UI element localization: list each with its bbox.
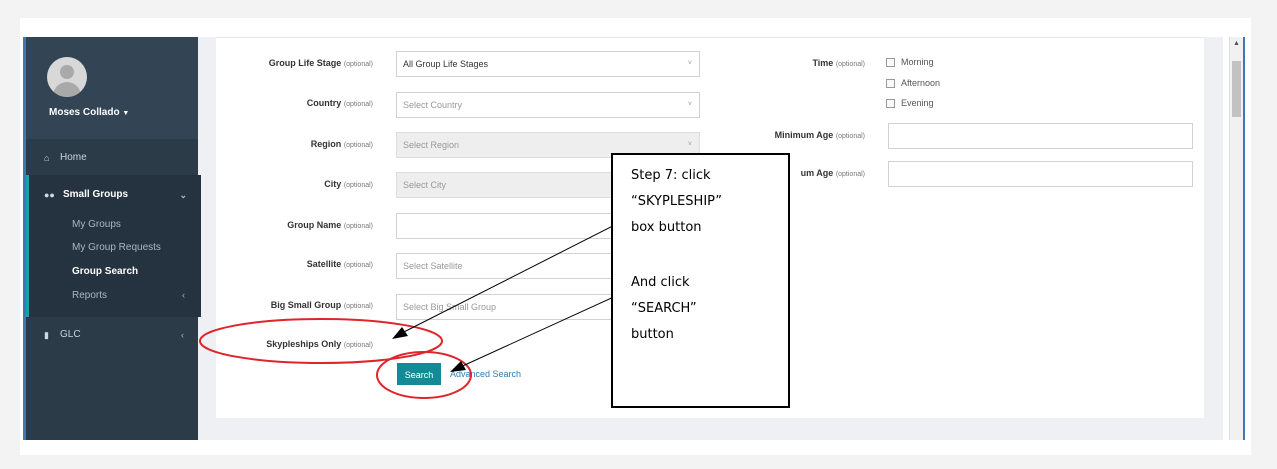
highlight-circle-search [376,351,472,399]
callout-line: “SKYPLESHIP” [631,194,722,209]
instruction-callout: Step 7: click “SKYPLESHIP” box button An… [611,153,790,408]
callout-line: button [631,327,674,342]
callout-line: box button [631,220,702,235]
arrowhead-skypleships [392,327,408,339]
callout-line: And click [631,275,690,290]
highlight-circle-skypleships [199,318,443,364]
callout-line: Step 7: click [631,168,711,183]
callout-line: “SEARCH” [631,301,697,316]
